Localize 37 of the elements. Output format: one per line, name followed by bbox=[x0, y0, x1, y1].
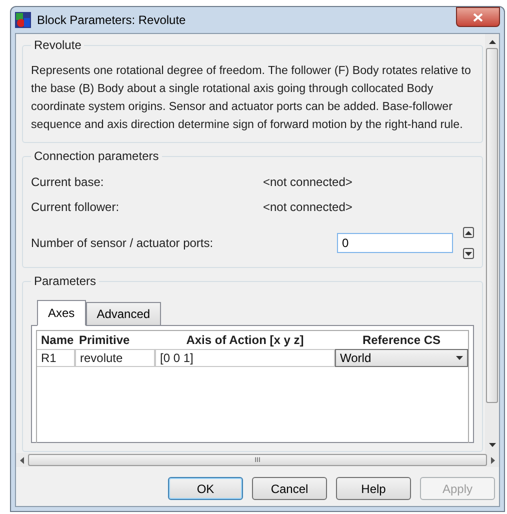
field-label: Current follower: bbox=[31, 200, 120, 214]
description-text: Represents one rotational degree of freedom. The follower (F) Body rotates relative to the base (B) Body about a single rotational axis going through collocated Body coordinate system origins. Sensor and actuator ports can be added. Base-follower sequence and axis direction determine sign of forward motion by the right-hand rule. bbox=[31, 63, 472, 133]
close-button[interactable] bbox=[456, 7, 500, 27]
dialog-button[interactable]: Cancel bbox=[252, 477, 327, 500]
dialog-button[interactable]: Help bbox=[336, 477, 411, 500]
decrement-button[interactable] bbox=[463, 248, 474, 259]
up-triangle-icon bbox=[465, 230, 472, 234]
field-value: <not connected> bbox=[263, 200, 352, 214]
group-title: Revolute bbox=[33, 38, 82, 52]
scroll-right-icon[interactable] bbox=[491, 456, 495, 464]
ports-input[interactable]: 0 bbox=[337, 233, 453, 253]
group-title: Parameters bbox=[33, 274, 98, 288]
table-cell: R1 bbox=[37, 349, 75, 367]
increment-button[interactable] bbox=[463, 227, 474, 238]
field-value: <not connected> bbox=[263, 174, 352, 188]
group-title: Connection parameters bbox=[33, 149, 160, 163]
close-icon bbox=[473, 12, 483, 22]
caret-icon bbox=[456, 356, 463, 360]
column-header: Reference CS bbox=[361, 332, 442, 349]
column-header: Axis of Action [x y z] bbox=[185, 332, 305, 349]
table-cell: revolute bbox=[75, 349, 155, 367]
tab[interactable]: Advanced bbox=[86, 302, 162, 326]
vertical-scrollbar[interactable] bbox=[485, 34, 499, 453]
tab[interactable]: Axes bbox=[37, 300, 86, 326]
table-cell: [0 0 1] bbox=[155, 349, 335, 367]
column-header: Name bbox=[40, 332, 75, 349]
scroll-left-icon[interactable] bbox=[20, 456, 24, 464]
field-label: Current base: bbox=[31, 174, 105, 188]
scroll-up-icon bbox=[488, 40, 496, 44]
down-triangle-icon bbox=[465, 252, 472, 256]
scroll-down-icon bbox=[488, 443, 496, 447]
field-label: Number of sensor / actuator ports: bbox=[31, 236, 214, 250]
reference-dropdown[interactable]: World bbox=[335, 349, 468, 367]
block-icon bbox=[15, 12, 31, 28]
dialog-button[interactable]: OK bbox=[168, 477, 243, 500]
window-title: Block Parameters: Revolute bbox=[37, 13, 187, 27]
column-header: Primitive bbox=[78, 332, 131, 349]
